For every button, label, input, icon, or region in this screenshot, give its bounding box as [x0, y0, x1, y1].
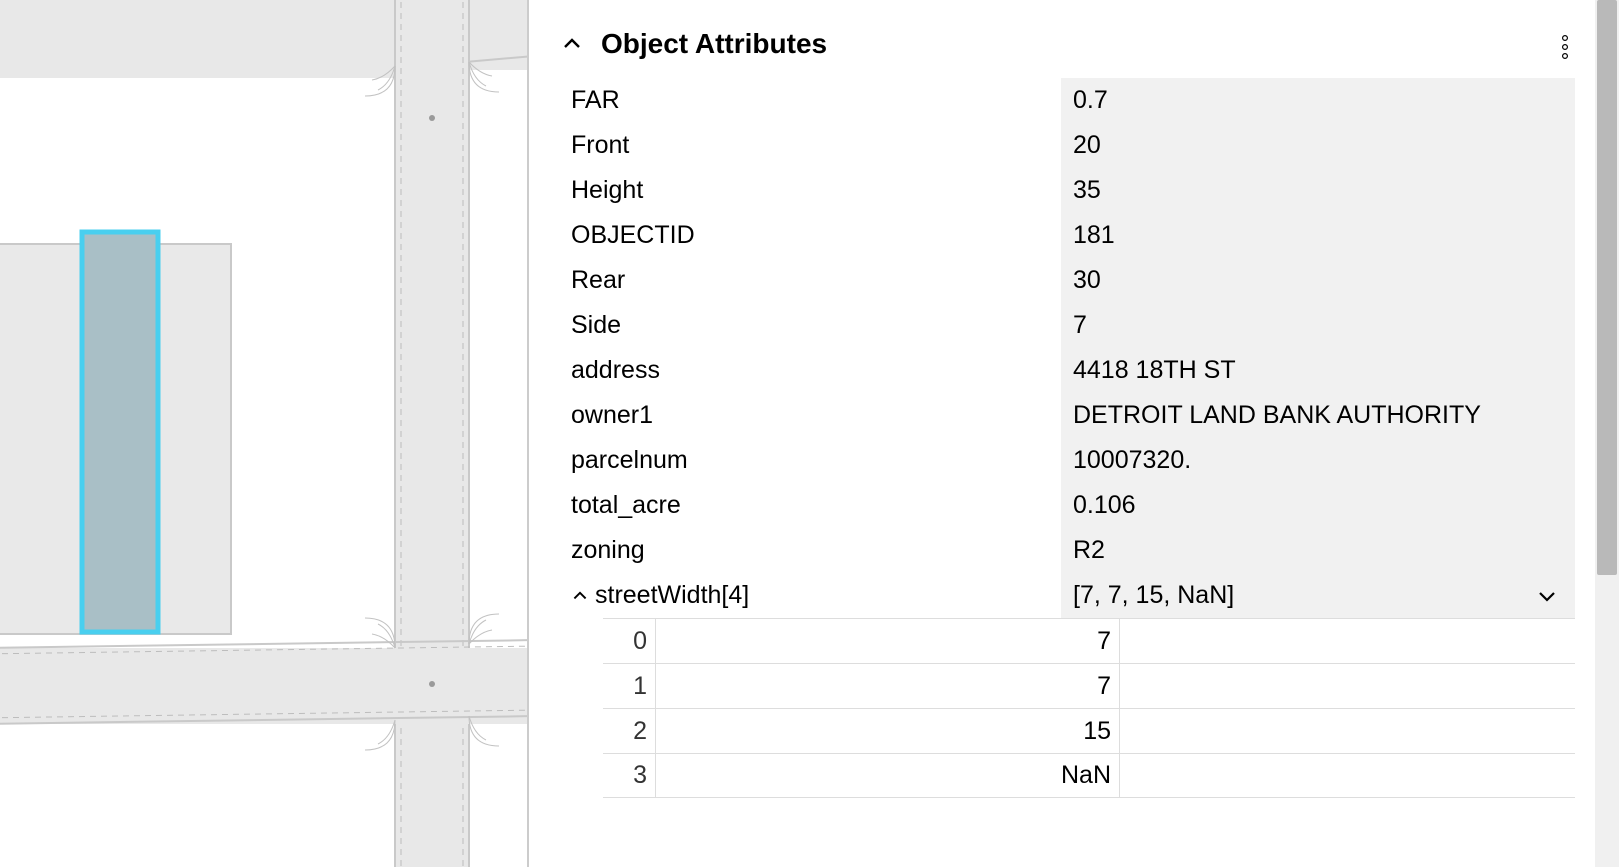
- inspector-panel: Object Attributes FAR 0.7 Front 20: [529, 0, 1619, 867]
- chevron-up-icon: [561, 33, 583, 55]
- array-pad: [1120, 663, 1575, 708]
- viewport-road: [395, 0, 469, 867]
- attribute-label: zoning: [559, 528, 1061, 573]
- attribute-row: owner1 DETROIT LAND BANK AUTHORITY: [559, 393, 1589, 438]
- attribute-value[interactable]: DETROIT LAND BANK AUTHORITY: [1061, 393, 1575, 438]
- array-value[interactable]: 15: [655, 708, 1120, 753]
- attribute-row: Height 35: [559, 168, 1589, 213]
- array-index: 2: [603, 708, 655, 753]
- attribute-value[interactable]: R2: [1061, 528, 1575, 573]
- chevron-up-icon: [571, 587, 589, 605]
- scrollbar[interactable]: [1595, 0, 1619, 867]
- array-item: 0 7: [603, 618, 1575, 663]
- attribute-value[interactable]: 181: [1061, 213, 1575, 258]
- attribute-label: total_acre: [559, 483, 1061, 528]
- attribute-label[interactable]: streetWidth[4]: [559, 573, 1061, 618]
- array-pad: [1120, 753, 1575, 798]
- attribute-row: parcelnum 10007320.: [559, 438, 1589, 483]
- attribute-value[interactable]: [7, 7, 15, NaN]: [1061, 573, 1575, 618]
- attribute-value[interactable]: 30: [1061, 258, 1575, 303]
- attribute-row: address 4418 18TH ST: [559, 348, 1589, 393]
- attributes-list: FAR 0.7 Front 20 Height 35 OBJECTID 181 …: [529, 78, 1589, 798]
- array-items: 0 7 1 7 2 15 3: [603, 618, 1575, 798]
- viewport-selected-parcel[interactable]: [82, 232, 158, 632]
- attribute-label: address: [559, 348, 1061, 393]
- attribute-value[interactable]: 0.106: [1061, 483, 1575, 528]
- viewport-road: [0, 640, 527, 724]
- attribute-value[interactable]: 0.7: [1061, 78, 1575, 123]
- attribute-label: OBJECTID: [559, 213, 1061, 258]
- attribute-label: owner1: [559, 393, 1061, 438]
- attribute-label: Height: [559, 168, 1061, 213]
- attribute-row: Front 20: [559, 123, 1589, 168]
- kebab-menu-icon[interactable]: [1555, 32, 1575, 62]
- array-index: 3: [603, 753, 655, 798]
- attribute-row-array: streetWidth[4] [7, 7, 15, NaN]: [559, 573, 1589, 618]
- array-value[interactable]: 7: [655, 663, 1120, 708]
- array-pad: [1120, 708, 1575, 753]
- chevron-down-icon[interactable]: [1535, 584, 1559, 608]
- attribute-row: Rear 30: [559, 258, 1589, 303]
- attribute-label-text: streetWidth[4]: [595, 581, 749, 610]
- array-value[interactable]: NaN: [655, 753, 1120, 798]
- array-item: 2 15: [603, 708, 1575, 753]
- attribute-value[interactable]: 10007320.: [1061, 438, 1575, 483]
- attribute-row: Side 7: [559, 303, 1589, 348]
- section-title: Object Attributes: [601, 28, 827, 60]
- array-index: 0: [603, 618, 655, 663]
- array-item: 3 NaN: [603, 753, 1575, 798]
- attribute-label: Front: [559, 123, 1061, 168]
- attribute-value-text: [7, 7, 15, NaN]: [1073, 581, 1234, 610]
- viewport-3d[interactable]: [0, 0, 527, 867]
- attribute-label: parcelnum: [559, 438, 1061, 483]
- attribute-label: Side: [559, 303, 1061, 348]
- array-index: 1: [603, 663, 655, 708]
- attribute-row: zoning R2: [559, 528, 1589, 573]
- array-item: 1 7: [603, 663, 1575, 708]
- array-pad: [1120, 618, 1575, 663]
- attribute-value[interactable]: 35: [1061, 168, 1575, 213]
- array-value[interactable]: 7: [655, 618, 1120, 663]
- attribute-value[interactable]: 7: [1061, 303, 1575, 348]
- attribute-row: FAR 0.7: [559, 78, 1589, 123]
- scrollbar-thumb[interactable]: [1597, 0, 1617, 575]
- attribute-value[interactable]: 20: [1061, 123, 1575, 168]
- attribute-row: total_acre 0.106: [559, 483, 1589, 528]
- attribute-label: Rear: [559, 258, 1061, 303]
- attribute-value[interactable]: 4418 18TH ST: [1061, 348, 1575, 393]
- attribute-row: OBJECTID 181: [559, 213, 1589, 258]
- attribute-label: FAR: [559, 78, 1061, 123]
- section-header-object-attributes[interactable]: Object Attributes: [529, 18, 1589, 78]
